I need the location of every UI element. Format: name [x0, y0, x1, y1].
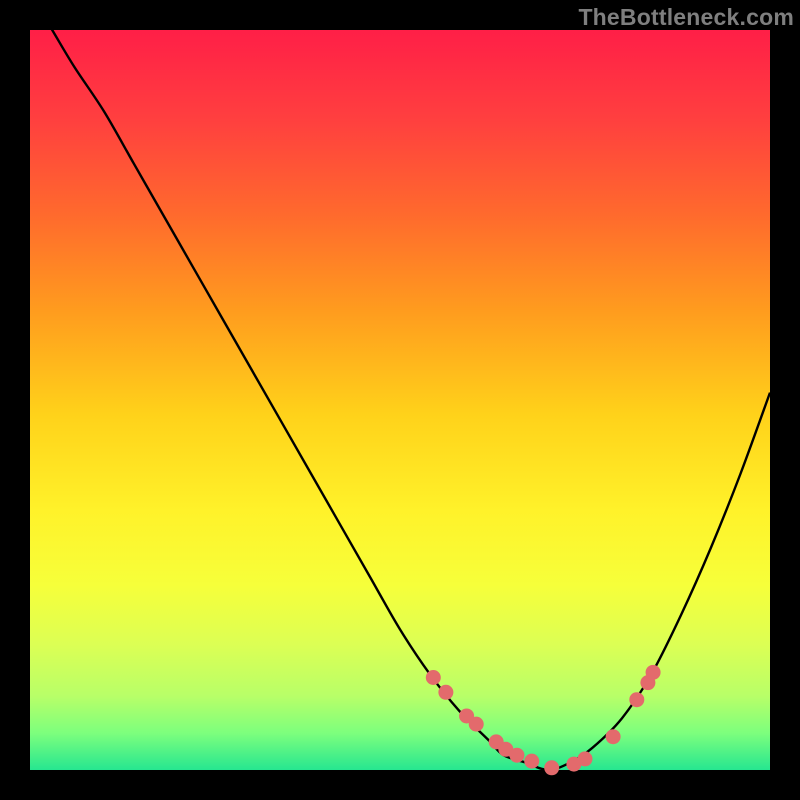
highlight-dot	[578, 751, 593, 766]
highlight-dot	[426, 670, 441, 685]
highlight-dot	[629, 692, 644, 707]
curve-layer	[30, 30, 770, 770]
bottleneck-curve	[30, 0, 770, 770]
highlight-dot	[469, 717, 484, 732]
highlight-dot	[438, 685, 453, 700]
highlight-dots	[426, 665, 661, 775]
highlight-dot	[606, 729, 621, 744]
highlight-dot	[509, 748, 524, 763]
highlight-dot	[544, 760, 559, 775]
highlight-dot	[646, 665, 661, 680]
chart-frame: TheBottleneck.com	[0, 0, 800, 800]
highlight-dot	[524, 754, 539, 769]
watermark-text: TheBottleneck.com	[578, 4, 794, 31]
